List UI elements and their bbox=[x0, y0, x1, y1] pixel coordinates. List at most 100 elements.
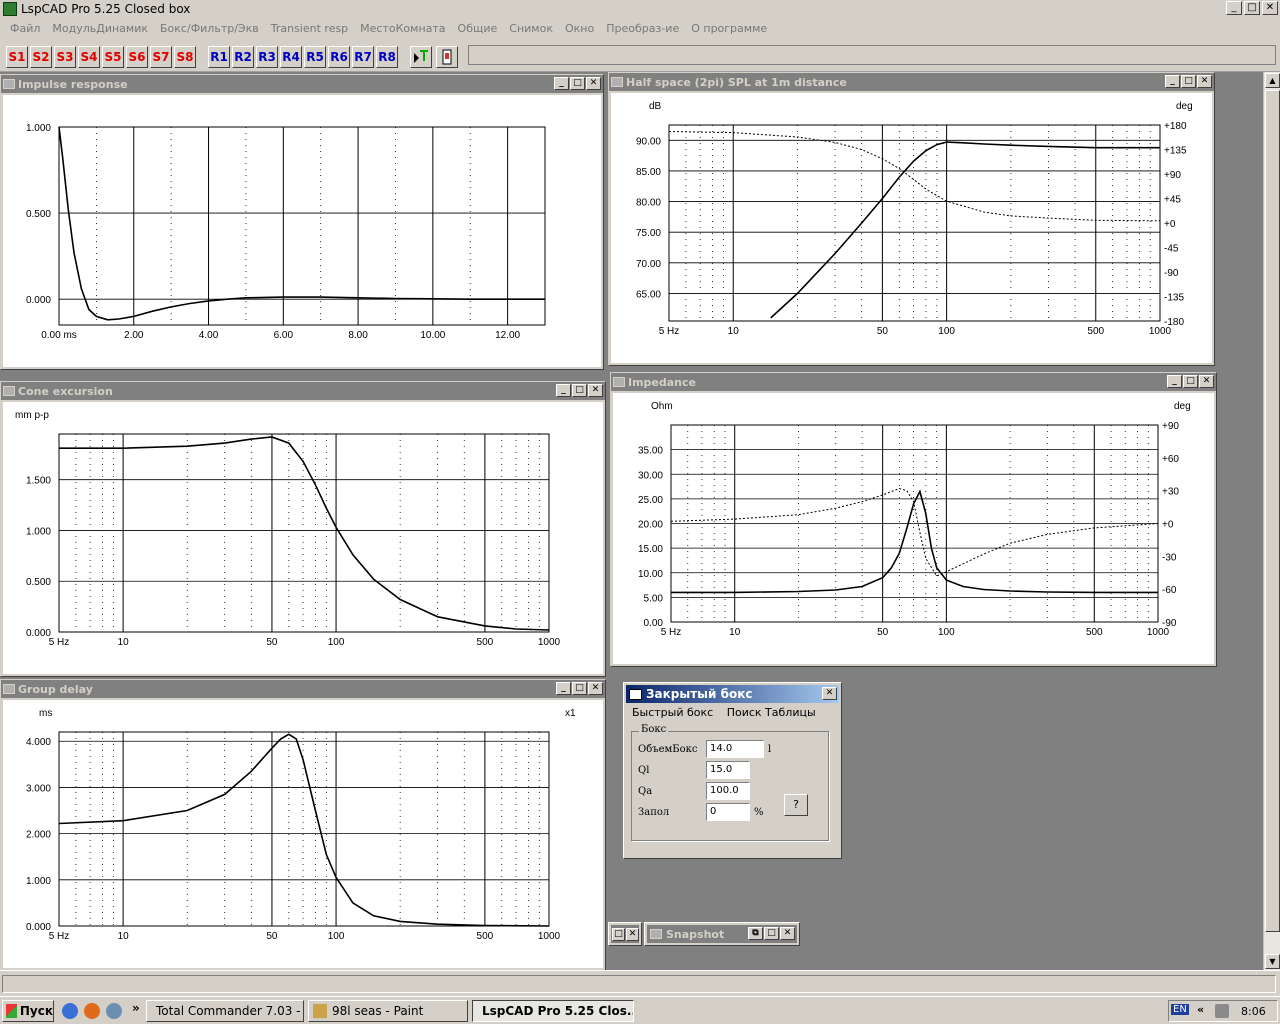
r3-button[interactable]: R3 bbox=[256, 46, 278, 68]
closed-box-dialog: Закрытый бокс ✕ Быстрый бокс Поиск Табли… bbox=[623, 682, 842, 859]
s5-button[interactable]: S5 bbox=[102, 46, 124, 68]
maximize-button[interactable]: □ bbox=[1244, 1, 1260, 15]
menu-about[interactable]: О программе bbox=[691, 22, 767, 35]
menu-table-search[interactable]: Поиск Таблицы bbox=[727, 706, 816, 719]
close-button[interactable]: ✕ bbox=[1262, 1, 1278, 15]
spl-titlebar[interactable]: Half space (2pi) SPL at 1m distance _ □ … bbox=[609, 73, 1214, 91]
task-paint[interactable]: 98l seas - Paint bbox=[308, 1000, 468, 1022]
y-tick-label: 70.00 bbox=[636, 259, 661, 270]
r2-button[interactable]: R2 bbox=[232, 46, 254, 68]
cursor-tool-icon[interactable] bbox=[410, 46, 432, 68]
close-button[interactable]: ✕ bbox=[1199, 375, 1214, 388]
menu-quick-box[interactable]: Быстрый бокс bbox=[632, 706, 713, 719]
scroll-down-icon[interactable]: ▼ bbox=[1265, 954, 1280, 969]
menu-driver-module[interactable]: МодульДинамик bbox=[52, 22, 148, 35]
volume-field[interactable]: 14.0 bbox=[706, 740, 764, 758]
command-input[interactable] bbox=[468, 45, 1276, 65]
scroll-thumb[interactable] bbox=[1265, 90, 1280, 932]
r5-button[interactable]: R5 bbox=[304, 46, 326, 68]
close-button[interactable]: ✕ bbox=[1197, 75, 1212, 88]
maximize-button[interactable]: □ bbox=[1183, 375, 1198, 388]
close-button[interactable]: ✕ bbox=[586, 77, 601, 90]
menu-window[interactable]: Окно bbox=[565, 22, 594, 35]
ql-field[interactable]: 15.0 bbox=[706, 761, 750, 779]
qa-field[interactable]: 100.0 bbox=[706, 782, 750, 800]
menu-transient-resp[interactable]: Transient resp bbox=[271, 22, 348, 35]
series-line bbox=[58, 126, 545, 321]
menu-file[interactable]: Файл bbox=[10, 22, 40, 35]
vertical-scrollbar[interactable]: ▲ ▼ bbox=[1263, 72, 1280, 970]
s1-button[interactable]: S1 bbox=[6, 46, 28, 68]
close-button[interactable]: ✕ bbox=[626, 927, 639, 941]
y-unit-label: ms bbox=[39, 708, 52, 719]
menu-general[interactable]: Общие bbox=[458, 22, 498, 35]
maximize-button[interactable]: □ bbox=[764, 927, 779, 940]
ie-icon[interactable] bbox=[62, 1003, 78, 1019]
scroll-up-icon[interactable]: ▲ bbox=[1265, 73, 1280, 88]
minimized-window[interactable]: □ ✕ bbox=[608, 922, 642, 946]
minimize-button[interactable]: _ bbox=[556, 682, 571, 695]
x-tick-label: 50 bbox=[266, 637, 278, 648]
y-unit-label: dB bbox=[649, 101, 662, 112]
minimize-button[interactable]: _ bbox=[554, 77, 569, 90]
impulse-chart: 0.00 ms 2.00 4.00 6.00 8.00 10.00 12.00 1.000 0.… bbox=[3, 95, 601, 367]
maximize-button[interactable]: □ bbox=[570, 77, 585, 90]
volume-icon[interactable] bbox=[1215, 1004, 1229, 1018]
task-lspcad[interactable]: LspCAD Pro 5.25 Clos... bbox=[472, 1000, 634, 1022]
snapshot-window[interactable]: Snapshot ⧉ □ ✕ bbox=[644, 922, 800, 946]
r8-button[interactable]: R8 bbox=[376, 46, 398, 68]
minimized-titlebar[interactable]: □ ✕ bbox=[611, 925, 639, 943]
impulse-titlebar[interactable]: Impulse response _ □ ✕ bbox=[1, 75, 603, 93]
firefox-icon[interactable] bbox=[84, 1003, 100, 1019]
s3-button[interactable]: S3 bbox=[54, 46, 76, 68]
menu-room[interactable]: МестоКомната bbox=[360, 22, 445, 35]
minimize-button[interactable]: _ bbox=[1226, 1, 1242, 15]
maximize-button[interactable]: □ bbox=[1181, 75, 1196, 88]
close-button[interactable]: ✕ bbox=[588, 384, 603, 397]
s8-button[interactable]: S8 bbox=[174, 46, 196, 68]
s6-button[interactable]: S6 bbox=[126, 46, 148, 68]
fill-field[interactable]: 0 bbox=[706, 803, 750, 821]
maximize-button[interactable]: □ bbox=[572, 384, 587, 397]
search-icon[interactable] bbox=[106, 1003, 122, 1019]
help-button[interactable]: ? bbox=[784, 794, 808, 816]
cone-plot: 5 Hz 10 50 100 500 1000 1.500 1.000 0.500 0.000 mm… bbox=[15, 410, 561, 648]
r6-button[interactable]: R6 bbox=[328, 46, 350, 68]
y-tick-label: 0.00 bbox=[644, 618, 664, 629]
menu-box-filter-eq[interactable]: Бокс/Фильтр/Экв bbox=[160, 22, 259, 35]
close-button[interactable]: ✕ bbox=[822, 687, 837, 700]
r7-button[interactable]: R7 bbox=[352, 46, 374, 68]
y2-tick-label: -45 bbox=[1164, 244, 1179, 255]
close-button[interactable]: ✕ bbox=[780, 927, 795, 940]
menu-snapshot[interactable]: Снимок bbox=[509, 22, 553, 35]
restore-button[interactable]: ⧉ bbox=[748, 927, 763, 940]
s7-button[interactable]: S7 bbox=[150, 46, 172, 68]
group-delay-titlebar[interactable]: Group delay _ □ ✕ bbox=[1, 680, 605, 698]
r4-button[interactable]: R4 bbox=[280, 46, 302, 68]
minimize-button[interactable]: _ bbox=[556, 384, 571, 397]
menu-transform[interactable]: Преобраз-ие bbox=[606, 22, 679, 35]
language-indicator[interactable]: EN bbox=[1171, 1004, 1189, 1015]
maximize-button[interactable]: □ bbox=[572, 682, 587, 695]
minimize-button[interactable]: _ bbox=[1165, 75, 1180, 88]
y-tick-label: 4.000 bbox=[26, 737, 51, 748]
chevron-icon[interactable]: » bbox=[132, 1001, 140, 1015]
y-tick-label: 5.00 bbox=[644, 593, 664, 604]
start-button[interactable]: Пуск bbox=[2, 1000, 54, 1022]
snapshot-title: Snapshot bbox=[666, 927, 725, 941]
close-button[interactable]: ✕ bbox=[588, 682, 603, 695]
tray-expand-icon[interactable]: « bbox=[1197, 1003, 1204, 1016]
cone-titlebar[interactable]: Cone excursion _ □ ✕ bbox=[1, 382, 605, 400]
dialog-titlebar[interactable]: Закрытый бокс ✕ bbox=[626, 685, 839, 703]
series-line bbox=[58, 733, 550, 927]
maximize-button[interactable]: □ bbox=[612, 927, 625, 941]
chart-window-icon bbox=[613, 377, 625, 387]
s2-button[interactable]: S2 bbox=[30, 46, 52, 68]
r1-button[interactable]: R1 bbox=[208, 46, 230, 68]
snapshot-titlebar[interactable]: Snapshot ⧉ □ ✕ bbox=[647, 925, 797, 943]
hand-tool-icon[interactable] bbox=[436, 46, 458, 68]
minimize-button[interactable]: _ bbox=[1167, 375, 1182, 388]
s4-button[interactable]: S4 bbox=[78, 46, 100, 68]
task-total-commander[interactable]: Total Commander 7.03 - ... bbox=[146, 1000, 304, 1022]
impedance-titlebar[interactable]: Impedance _ □ ✕ bbox=[611, 373, 1216, 391]
